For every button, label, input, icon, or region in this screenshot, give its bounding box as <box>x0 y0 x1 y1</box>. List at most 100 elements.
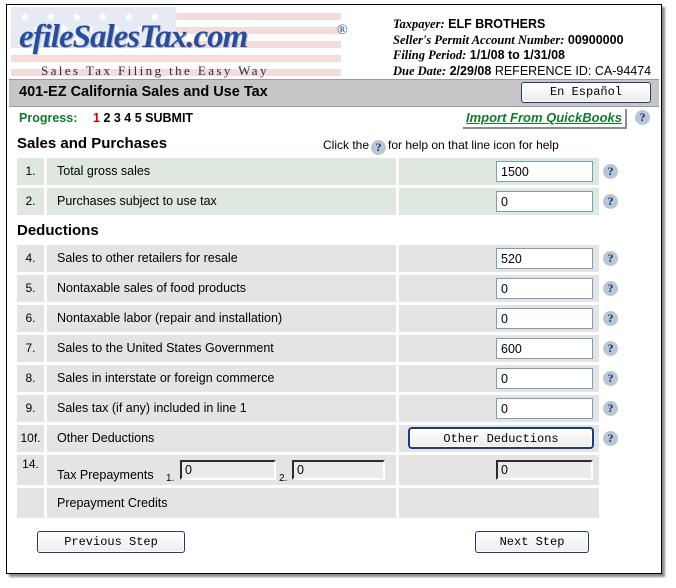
other-deductions-button[interactable]: Other Deductions <box>408 427 594 449</box>
taxpayer-info-block: Taxpayer: ELF BROTHERS Seller's Permit A… <box>393 17 651 79</box>
table-row: 8. Sales in interstate or foreign commer… <box>9 365 659 395</box>
help-icon[interactable]: ? <box>603 251 618 266</box>
taxpayer-name-line: Taxpayer: ELF BROTHERS <box>393 17 651 33</box>
table-row: 4. Sales to other retailers for resale ? <box>9 245 659 275</box>
row-number: 10f. <box>17 425 44 452</box>
help-icon[interactable]: ? <box>603 341 618 356</box>
import-from-quickbooks-button[interactable]: Import From QuickBooks <box>462 109 627 129</box>
permit-number-line: Seller's Permit Account Number: 00900000 <box>393 33 651 49</box>
prepayment-credits-row: Prepayment Credits <box>9 488 659 521</box>
help-icon[interactable]: ? <box>635 110 650 125</box>
taxpayer-label: Taxpayer: <box>393 17 445 31</box>
page-title: 401-EZ California Sales and Use Tax <box>19 84 268 100</box>
row-value-cell <box>399 395 599 422</box>
amount-input[interactable] <box>496 278 593 299</box>
row-label: Purchases subject to use tax <box>47 188 396 215</box>
other-deductions-row: 10f. Other Deductions Other Deductions ? <box>9 425 659 455</box>
help-hint-text: Click the? for help on that line icon for… <box>323 138 559 155</box>
help-icon[interactable]: ? <box>603 164 618 179</box>
amount-input[interactable] <box>496 368 593 389</box>
prepayment-1-input[interactable] <box>180 460 276 480</box>
help-hint-before: Click the <box>323 138 370 152</box>
previous-step-button[interactable]: Previous Step <box>37 531 185 553</box>
progress-label: Progress: <box>19 111 78 125</box>
row-number: 4. <box>17 245 44 272</box>
row-label: Total gross sales <box>47 158 396 185</box>
progress-steps[interactable]: 1 2 3 4 5 SUBMIT <box>93 111 193 125</box>
row-value-cell <box>399 488 599 518</box>
row-value-cell <box>399 455 599 485</box>
site-logo[interactable]: efileSalesTax.com <box>19 19 248 56</box>
row-number: 9. <box>17 395 44 422</box>
table-row: 1. Total gross sales ? <box>9 158 659 188</box>
prepayment-2-input[interactable] <box>292 460 385 480</box>
row-value-cell <box>399 245 599 272</box>
row-label-cell: Tax Prepayments 1. 2. <box>47 455 396 485</box>
due-date-value: 2/29/08 <box>449 63 492 78</box>
amount-input[interactable] <box>496 338 593 359</box>
row-label: Sales to other retailers for resale <box>47 245 396 272</box>
help-icon[interactable]: ? <box>603 194 618 209</box>
row-number: 8. <box>17 365 44 392</box>
filing-period-line: Filing Period: 1/1/08 to 1/31/08 <box>393 48 651 64</box>
row-value-cell <box>399 188 599 215</box>
help-icon[interactable]: ? <box>603 401 618 416</box>
table-row: 7. Sales to the United States Government… <box>9 335 659 365</box>
form-title-bar: 401-EZ California Sales and Use Tax En E… <box>9 79 659 107</box>
row-value-cell <box>399 335 599 362</box>
help-icon[interactable]: ? <box>603 371 618 386</box>
help-icon: ? <box>371 140 387 155</box>
row-label: Sales to the United States Government <box>47 335 396 362</box>
application-window: ★ ★ ★ ★ ★ ★ ★ ★ ★ ★ ★ ★ ★ ★ ★ ★ ★ efileS… <box>6 4 662 574</box>
help-icon[interactable]: ? <box>603 311 618 326</box>
prepayments-total-input <box>496 460 593 480</box>
reference-label: REFERENCE ID: <box>494 63 592 78</box>
help-icon[interactable]: ? <box>603 281 618 296</box>
progress-remaining-steps: 2 3 4 5 SUBMIT <box>103 111 194 125</box>
row-value-cell <box>399 305 599 332</box>
row-label: Sales tax (if any) included in line 1 <box>47 395 396 422</box>
help-icon[interactable]: ? <box>603 431 618 446</box>
amount-input[interactable] <box>496 191 593 212</box>
amount-input[interactable] <box>496 161 593 182</box>
amount-input[interactable] <box>496 308 593 329</box>
filing-period-label: Filing Period: <box>393 48 467 62</box>
row-label: Nontaxable labor (repair and installatio… <box>47 305 396 332</box>
amount-input[interactable] <box>496 398 593 419</box>
next-step-button[interactable]: Next Step <box>475 531 589 553</box>
deductions-section-header: Deductions <box>9 218 659 245</box>
taxpayer-name: ELF BROTHERS <box>448 17 546 31</box>
quickbooks-import-wrapper: Import From QuickBooks <box>462 109 627 129</box>
due-date-line: Due Date: 2/29/08 REFERENCE ID: CA-94474 <box>393 64 651 80</box>
row-value-cell <box>399 275 599 302</box>
permit-label: Seller's Permit Account Number: <box>393 32 565 47</box>
table-row: 9. Sales tax (if any) included in line 1… <box>9 395 659 425</box>
site-banner: ★ ★ ★ ★ ★ ★ ★ ★ ★ ★ ★ ★ ★ ★ ★ ★ ★ efileS… <box>7 5 661 79</box>
table-row: 6. Nontaxable labor (repair and installa… <box>9 305 659 335</box>
row-value-cell <box>399 365 599 392</box>
due-date-label: Due Date: <box>393 63 447 78</box>
row-label: Prepayment Credits <box>47 488 396 518</box>
table-row: 2. Purchases subject to use tax ? <box>9 188 659 218</box>
table-row: 5. Nontaxable sales of food products ? <box>9 275 659 305</box>
row-label: Other Deductions <box>47 425 396 452</box>
row-number: 14. <box>17 455 44 485</box>
row-number: 7. <box>17 335 44 362</box>
form-navigation: Previous Step Next Step <box>9 525 659 563</box>
row-label: Nontaxable sales of food products <box>47 275 396 302</box>
row-number: 2. <box>17 188 44 215</box>
row-number: 1. <box>17 158 44 185</box>
row-label: Tax Prepayments <box>57 468 154 482</box>
progress-bar: Progress: 1 2 3 4 5 SUBMIT Import From Q… <box>9 107 659 131</box>
sales-and-purchases-section-header: Sales and Purchases Click the? for help o… <box>9 131 659 158</box>
section-title: Deductions <box>17 222 99 239</box>
site-tagline: Sales Tax Filing the Easy Way <box>41 63 269 78</box>
espanol-button[interactable]: En Español <box>521 82 651 103</box>
amount-input[interactable] <box>496 248 593 269</box>
tax-prepayments-row: 14. Tax Prepayments 1. 2. <box>9 455 659 488</box>
row-number: 6. <box>17 305 44 332</box>
section-title: Sales and Purchases <box>17 135 168 152</box>
permit-number: 00900000 <box>567 32 624 47</box>
row-value-cell <box>399 158 599 185</box>
reference-id: CA-94474 <box>594 63 652 78</box>
